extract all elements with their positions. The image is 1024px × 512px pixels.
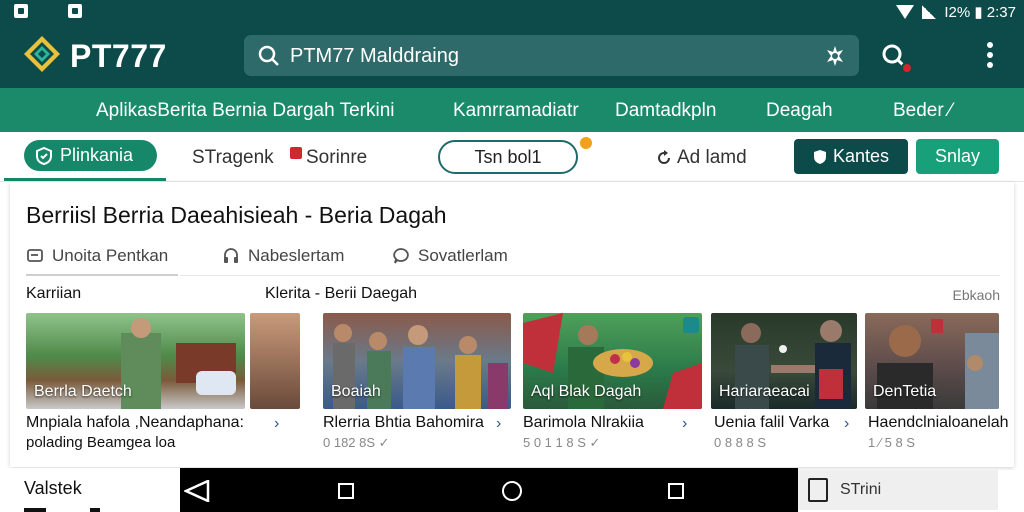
comment-icon: [393, 248, 409, 264]
toolbar-link-3-label: Ad lamd: [677, 147, 747, 168]
tab-2-label: Nabeslertam: [248, 246, 345, 265]
news-title-5[interactable]: Haendclnialoanelah: [868, 414, 1009, 432]
brand-name[interactable]: PT777: [70, 38, 167, 75]
app-notification-icon: [68, 4, 82, 18]
thumbnail-caption-2: Boaiah: [331, 383, 381, 400]
divider: [180, 275, 1000, 276]
tab-1-label: Unoita Pentkan: [52, 246, 169, 265]
document-icon: [808, 478, 828, 502]
divider: [90, 508, 100, 512]
active-filter-label: Plinkania: [60, 145, 134, 165]
news-card: Berriisl Berria Daeahisieah - Beria Daga…: [10, 182, 1014, 467]
nav-item-2[interactable]: Kamrramadiatr: [453, 100, 579, 122]
home-icon[interactable]: [502, 481, 522, 501]
news-thumbnail-4[interactable]: Hariaraeacai: [711, 313, 857, 409]
back-icon[interactable]: [184, 480, 214, 502]
notification-dot: [578, 135, 594, 151]
chevron-right-icon[interactable]: ›: [682, 415, 687, 433]
shield-small-icon: [813, 149, 826, 164]
news-title-1[interactable]: Mnpiala hafola ,Neandaphana:: [26, 414, 244, 432]
overview-square-icon[interactable]: [338, 483, 354, 499]
toolbar-link-1[interactable]: STragenk: [192, 147, 274, 169]
refresh-icon: [658, 150, 670, 164]
shield-icon: [36, 146, 52, 165]
filter-toolbar: Plinkania STragenk Sorinre Tsn bol1 Ad l…: [0, 132, 1024, 182]
status-time-battery: I2% ▮ 2:37: [944, 4, 1016, 21]
news-thumbnail-side[interactable]: [250, 313, 300, 409]
news-thumbnail-5[interactable]: DenTetia: [865, 313, 999, 409]
news-title-2[interactable]: Rlerria Bhtia Bahomira: [323, 414, 484, 432]
bottom-strip: [998, 470, 1024, 510]
toolbar-link-2[interactable]: Sorinre: [290, 147, 367, 169]
news-thumbnail-2[interactable]: Boaiah: [323, 313, 511, 409]
search-icon: [258, 45, 279, 66]
news-title-3[interactable]: Barimola Nlrakiia: [523, 414, 644, 432]
headset-icon: [224, 248, 238, 263]
search-input[interactable]: PTM77 Malddraing: [290, 45, 459, 68]
logo-icon[interactable]: [22, 34, 62, 74]
flag-icon: [290, 147, 302, 159]
news-count-4: 0 8 8 8 S: [714, 435, 767, 450]
see-all-link[interactable]: Ebkaoh: [953, 287, 1000, 303]
nav-item-4[interactable]: Deagah: [766, 100, 833, 122]
status-indicators: I2% ▮ 2:37: [896, 3, 1016, 21]
signal-icon: [922, 5, 937, 19]
bottom-left-tab[interactable]: Valstek: [0, 468, 200, 512]
settings-icon[interactable]: [823, 44, 847, 68]
system-navigation-bar: [180, 468, 798, 512]
news-thumbnail-3[interactable]: Aql Blak Dagah: [523, 313, 702, 409]
category-nav: AplikasBerita Bernia Dargah Terkini Kamr…: [0, 88, 1024, 132]
dark-action-button[interactable]: Kantes: [794, 139, 908, 174]
brand-text: PT777: [70, 38, 167, 74]
thumbnail-caption-5: DenTetia: [873, 383, 937, 400]
nav-item-5[interactable]: Beder ⁄: [893, 100, 952, 122]
page-title: Berriisl Berria Daeahisieah - Beria Daga…: [26, 202, 447, 228]
dark-action-label: Kantes: [832, 146, 890, 166]
toolbar-link-2-label: Sorinre: [306, 147, 368, 168]
toolbar-link-1-label: STragenk: [192, 147, 274, 168]
chevron-right-icon[interactable]: ›: [274, 415, 279, 433]
news-thumbnail-1[interactable]: Berrla Daetch: [26, 313, 245, 409]
app-bar: PT777 PTM77 Malddraing: [0, 24, 1024, 88]
news-count-3: 5 0 1 1 8 S ✓: [523, 435, 601, 450]
bottom-right-tab[interactable]: STrini: [798, 470, 998, 510]
thumbnail-caption-3: Aql Blak Dagah: [531, 383, 642, 400]
tab-3-label: Sovatlerlam: [418, 246, 508, 265]
active-tab-indicator: [4, 178, 166, 181]
notification-icon: [14, 4, 28, 18]
section-label-mid: Klerita - Berii Daegah: [265, 285, 418, 302]
active-filter-pill[interactable]: Plinkania: [24, 140, 157, 171]
bottom-right-label: STrini: [840, 481, 882, 498]
chevron-right-icon[interactable]: ›: [496, 415, 501, 433]
notification-badge: [901, 62, 913, 74]
divider: [24, 508, 46, 512]
news-count-5: 1 ⁄ 5 8 S: [868, 435, 915, 450]
green-action-label: Snlay: [934, 146, 981, 166]
status-bar: I2% ▮ 2:37: [0, 0, 1024, 24]
tab-1[interactable]: Unoita Pentkan: [26, 246, 168, 266]
chat-icon: [27, 249, 43, 262]
news-title-4[interactable]: Uenia falil Varka: [714, 414, 829, 432]
news-count-2: 0 182 8S ✓: [323, 435, 390, 450]
outline-filter-label: Tsn bol1: [474, 146, 542, 167]
news-subtitle-1: polading Beamgea loa: [26, 434, 176, 451]
outline-filter-pill[interactable]: Tsn bol1: [438, 140, 578, 174]
wifi-icon: [896, 5, 915, 19]
green-action-button[interactable]: Snlay: [916, 139, 999, 174]
section-label-left: Karriian: [26, 285, 82, 302]
chevron-right-icon[interactable]: ›: [844, 415, 849, 433]
bottom-left-label: Valstek: [24, 478, 82, 498]
thumbnail-caption-4: Hariaraeacai: [719, 383, 810, 400]
nav-item-3[interactable]: Damtadkpln: [615, 100, 716, 122]
tab-3[interactable]: Sovatlerlam: [392, 246, 508, 266]
tab-2[interactable]: Nabeslertam: [222, 246, 344, 266]
recents-icon[interactable]: [668, 483, 684, 499]
nav-item-home[interactable]: AplikasBerita Bernia Dargah Terkini: [96, 100, 395, 122]
search-bar[interactable]: PTM77 Malddraing: [244, 35, 859, 76]
thumbnail-caption-1: Berrla Daetch: [34, 383, 132, 400]
tab-indicator: [26, 274, 178, 276]
toolbar-link-3[interactable]: Ad lamd: [655, 147, 747, 169]
more-vert-icon[interactable]: [986, 42, 994, 70]
